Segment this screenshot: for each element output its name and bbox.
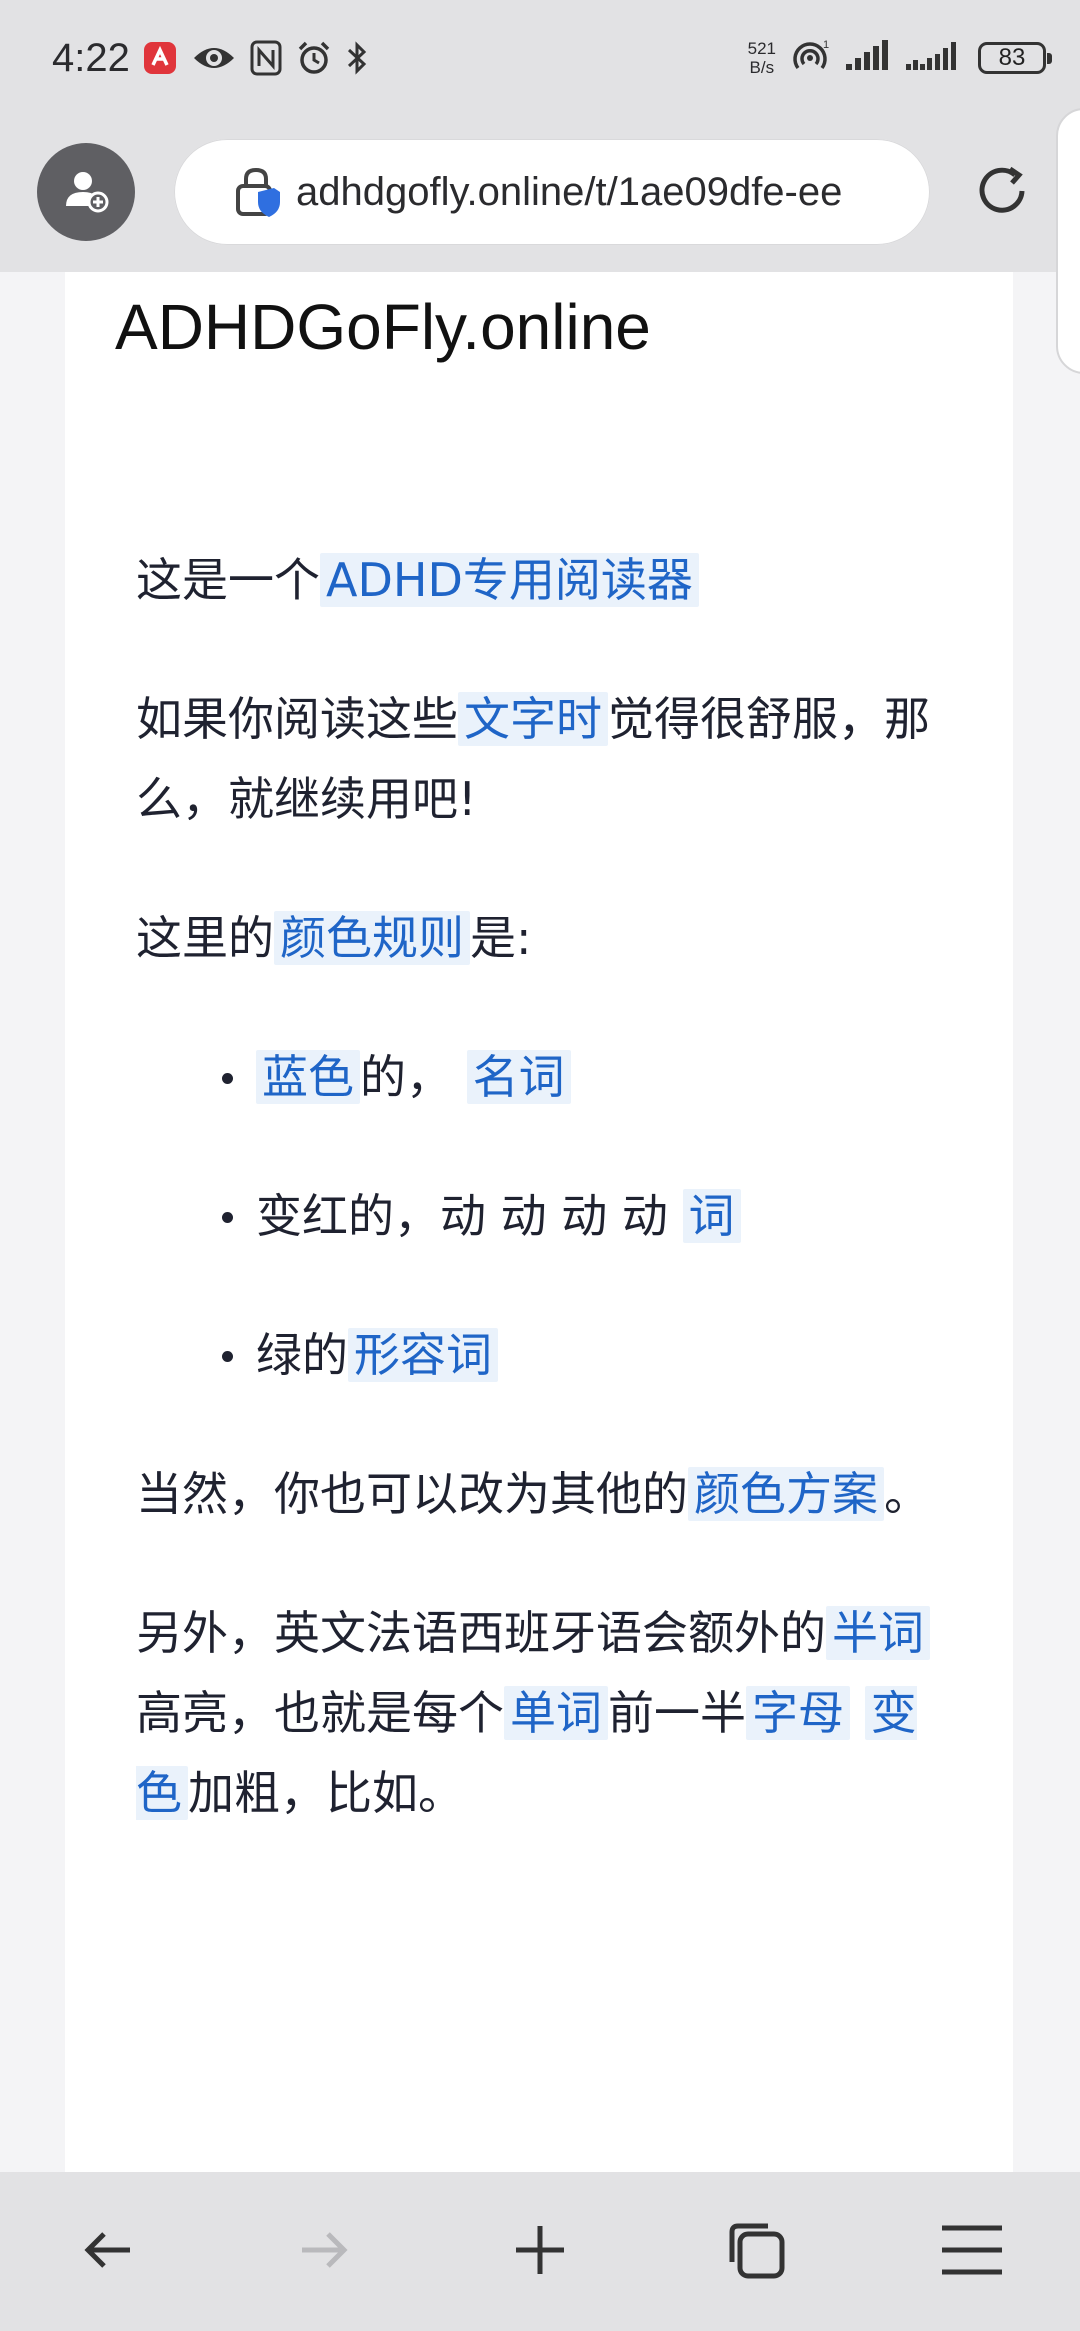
list-item: 蓝色 的， 名词 xyxy=(222,1037,936,1117)
forward-button[interactable] xyxy=(269,2197,379,2307)
battery-icon: 83 xyxy=(978,42,1052,74)
article-body: 这是一个 ADHD专用阅读器 如果你阅读这些 文字时 觉得很舒服，那么，就继续用吧! … xyxy=(136,540,936,1892)
highlight-noun: 文字时 xyxy=(458,692,608,746)
highlight-noun: ADHD专用阅读器 xyxy=(320,553,699,607)
highlight-noun: 字母 xyxy=(746,1686,850,1740)
paragraph-color-scheme: 当然，你也可以改为其他的 颜色方案。 xyxy=(136,1467,930,1521)
list-item: 绿的 形容词 xyxy=(222,1315,936,1395)
color-rule-list: 蓝色 的， 名词 变红的，动 动 动 动 词 绿的 形容词 xyxy=(136,1037,936,1395)
hotspot-icon: 1 xyxy=(790,38,830,78)
reload-icon xyxy=(972,161,1032,225)
back-arrow-icon xyxy=(80,2222,136,2282)
plus-icon xyxy=(512,2222,568,2282)
back-button[interactable] xyxy=(53,2197,163,2307)
status-left-icons xyxy=(142,40,368,80)
forward-arrow-icon xyxy=(296,2222,352,2282)
browser-toolbar: adhdgofly.online/t/1ae09dfe-ee xyxy=(0,125,1080,272)
list-item: 变红的，动 动 动 动 词 xyxy=(222,1176,936,1256)
bottom-navigation xyxy=(0,2172,1080,2331)
tabs-button[interactable] xyxy=(701,2197,811,2307)
highlight-noun: 单词 xyxy=(504,1686,608,1740)
paragraph-comfort: 如果你阅读这些 文字时 觉得很舒服，那么，就继续用吧! xyxy=(136,692,930,826)
signal-icon xyxy=(844,40,890,76)
profile-add-icon xyxy=(62,166,110,218)
svg-text:1: 1 xyxy=(823,39,829,51)
highlight-noun: 颜色规则 xyxy=(274,911,470,965)
highlight-noun: 半词 xyxy=(826,1606,930,1660)
highlight-noun: 词 xyxy=(682,1189,741,1243)
url-text: adhdgofly.online/t/1ae09dfe-ee xyxy=(296,169,843,214)
eye-icon xyxy=(192,40,236,80)
tabs-icon xyxy=(724,2218,788,2286)
bluetooth-icon xyxy=(346,40,368,80)
side-panel-handle[interactable] xyxy=(1056,108,1080,374)
lock-shield-icon xyxy=(234,166,282,218)
paragraph-color-rules: 这里的 颜色规则 是: xyxy=(136,911,532,965)
network-speed: 521 B/s xyxy=(747,39,776,77)
signal-icon-2 xyxy=(904,40,964,76)
highlight-noun: 蓝色 xyxy=(256,1050,360,1104)
highlight-noun: 颜色方案 xyxy=(688,1467,884,1521)
highlight-noun: 形容词 xyxy=(348,1328,498,1382)
alarm-icon xyxy=(296,40,332,80)
status-time: 4:22 xyxy=(52,36,130,80)
new-tab-button[interactable] xyxy=(485,2197,595,2307)
paragraph-bionic: 另外，英文法语西班牙语会额外的 半词高亮，也就是每个 单词 前一半 字母 变色 加粗，比如… xyxy=(136,1593,936,1833)
reload-button[interactable] xyxy=(968,159,1036,227)
nfc-icon xyxy=(250,40,282,80)
site-title: ADHDGoFly.online xyxy=(115,291,651,363)
app-notification-icon xyxy=(142,40,178,80)
menu-icon xyxy=(940,2222,1004,2282)
highlight-noun: 名词 xyxy=(466,1050,571,1104)
paragraph-intro: 这是一个 ADHD专用阅读器 xyxy=(136,540,936,620)
menu-button[interactable] xyxy=(917,2197,1027,2307)
status-right-icons: 521 B/s 1 83 xyxy=(747,38,1052,78)
profile-button[interactable] xyxy=(37,143,135,241)
address-bar[interactable]: adhdgofly.online/t/1ae09dfe-ee xyxy=(174,139,930,245)
status-bar: 4:22 521 B/s 1 83 xyxy=(0,0,1080,125)
